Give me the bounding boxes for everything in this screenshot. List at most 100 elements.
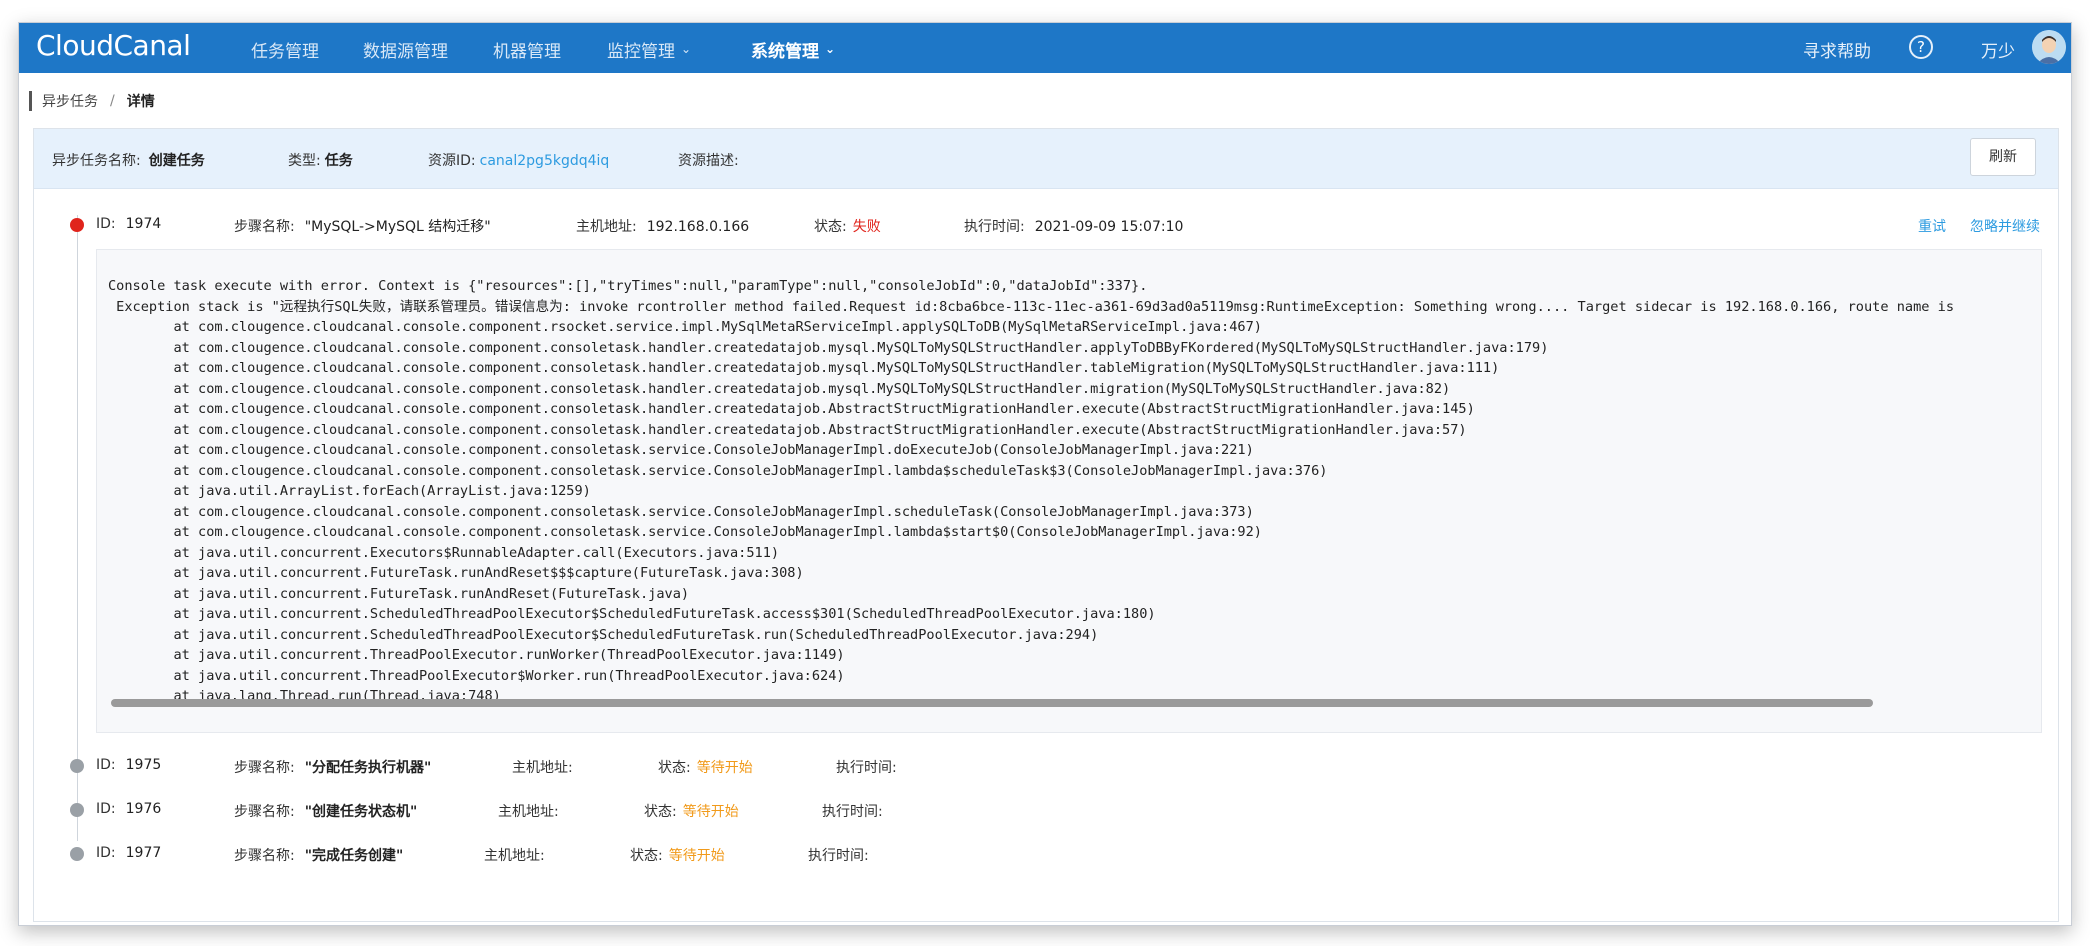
error-log-text: Console task execute with error. Context… bbox=[108, 276, 2038, 707]
step-status-label: 状态: bbox=[630, 848, 663, 864]
step-row: ID: 1974 步骤名称: "MySQL->MySQL 结构迁移" 主机地址: 19… bbox=[34, 213, 2058, 237]
step-exec-time-field: 执行时间: bbox=[836, 757, 907, 777]
resource-id-link[interactable]: canal2pg5kgdq4iq bbox=[480, 153, 610, 169]
nav-machine-management[interactable]: 机器管理 bbox=[493, 37, 561, 62]
step-status-value: 失败 bbox=[852, 219, 881, 235]
step-name-label: 步骤名称: bbox=[234, 219, 295, 235]
step-name-value: "创建任务状态机" bbox=[304, 804, 418, 820]
log-line: at com.clougence.cloudcanal.console.comp… bbox=[108, 319, 1262, 335]
step-status-field: 状态: 等待开始 bbox=[630, 845, 725, 865]
step-status-field: 状态: 等待开始 bbox=[644, 801, 739, 821]
step-exec-time-label: 执行时间: bbox=[836, 760, 897, 776]
step-id-value: 1977 bbox=[125, 845, 162, 861]
task-type-value: 任务 bbox=[324, 153, 353, 169]
step-host-label: 主机地址: bbox=[484, 848, 545, 864]
nav-label: 任务管理 bbox=[251, 42, 319, 62]
status-waiting-dot-icon bbox=[70, 759, 84, 773]
step-id-value: 1975 bbox=[125, 757, 162, 773]
chevron-down-icon: ⌄ bbox=[825, 41, 836, 56]
refresh-button[interactable]: 刷新 bbox=[1970, 138, 2036, 176]
nav-task-management[interactable]: 任务管理 bbox=[251, 37, 319, 62]
step-status-label: 状态: bbox=[814, 219, 847, 235]
log-line: at java.util.concurrent.ScheduledThreadP… bbox=[108, 626, 1099, 643]
step-id-label: ID: bbox=[96, 216, 116, 232]
breadcrumb: 异步任务 / 详情 bbox=[29, 91, 155, 111]
status-waiting-dot-icon bbox=[70, 803, 84, 817]
step-name-field: 步骤名称: "创建任务状态机" bbox=[234, 801, 417, 821]
step-name-field: 步骤名称: "完成任务创建" bbox=[234, 845, 403, 865]
task-name-field: 异步任务名称: 创建任务 bbox=[52, 150, 205, 170]
user-avatar-icon[interactable] bbox=[2032, 30, 2066, 64]
chevron-down-icon: ⌄ bbox=[681, 41, 692, 56]
task-detail-panel: 异步任务名称: 创建任务 类型: 任务 资源ID: canal2pg5kgdq4iq … bbox=[33, 128, 2059, 922]
log-line: at com.clougence.cloudcanal.console.comp… bbox=[108, 380, 1451, 397]
step-row: ID: 1975 步骤名称: "分配任务执行机器" 主机地址: 状态: 等待开始 执行… bbox=[34, 754, 2058, 778]
step-host-field: 主机地址: bbox=[512, 757, 583, 777]
cloudcanal-logo[interactable]: CloudCanal bbox=[36, 29, 191, 62]
step-exec-time-field: 执行时间: bbox=[808, 845, 879, 865]
error-log-box[interactable]: Console task execute with error. Context… bbox=[96, 249, 2042, 733]
nav-label: 系统管理 bbox=[751, 42, 819, 62]
task-info-bar: 异步任务名称: 创建任务 类型: 任务 资源ID: canal2pg5kgdq4iq … bbox=[34, 129, 2058, 189]
nav-datasource-management[interactable]: 数据源管理 bbox=[363, 37, 448, 62]
log-line: at com.clougence.cloudcanal.console.comp… bbox=[108, 442, 1254, 458]
step-id-label: ID: bbox=[96, 845, 116, 861]
step-row: ID: 1977 步骤名称: "完成任务创建" 主机地址: 状态: 等待开始 执行时间… bbox=[34, 842, 2058, 866]
app-window: CloudCanal 任务管理 数据源管理 机器管理 监控管理 ⌄ 系统管理 ⌄… bbox=[18, 22, 2072, 926]
step-name-label: 步骤名称: bbox=[234, 804, 295, 820]
log-line: at java.util.concurrent.ThreadPoolExecut… bbox=[108, 667, 845, 684]
resource-desc-field: 资源描述: bbox=[678, 150, 747, 170]
log-line: at com.clougence.cloudcanal.console.comp… bbox=[108, 503, 1254, 520]
step-name-field: 步骤名称: "分配任务执行机器" bbox=[234, 757, 431, 777]
nav-label: 监控管理 bbox=[607, 42, 675, 62]
step-host-field: 主机地址: 192.168.0.166 bbox=[576, 216, 749, 236]
step-exec-time-label: 执行时间: bbox=[964, 219, 1025, 235]
user-name[interactable]: 万少 bbox=[1981, 37, 2015, 62]
step-id-label: ID: bbox=[96, 757, 116, 773]
log-line: at java.util.concurrent.FutureTask.runAn… bbox=[108, 585, 690, 602]
step-host-value: 192.168.0.166 bbox=[646, 219, 750, 235]
step-id-label: ID: bbox=[96, 801, 116, 817]
breadcrumb-parent[interactable]: 异步任务 bbox=[42, 91, 98, 111]
step-exec-time-value: 2021-09-09 15:07:10 bbox=[1034, 219, 1184, 235]
ignore-continue-link[interactable]: 忽略并继续 bbox=[1970, 216, 2040, 236]
breadcrumb-current: 详情 bbox=[126, 94, 155, 110]
step-host-label: 主机地址: bbox=[498, 804, 559, 820]
status-fail-dot-icon bbox=[70, 218, 84, 232]
log-line: at java.util.concurrent.ThreadPoolExecut… bbox=[108, 647, 845, 663]
task-type-field: 类型: 任务 bbox=[288, 150, 353, 170]
question-circle-icon[interactable]: ? bbox=[1909, 35, 1933, 59]
step-status-value: 等待开始 bbox=[668, 848, 725, 864]
step-id-field: ID: 1977 bbox=[96, 845, 161, 861]
step-id-value: 1974 bbox=[125, 216, 162, 232]
step-name-value: "MySQL->MySQL 结构迁移" bbox=[304, 219, 491, 235]
help-link[interactable]: 寻求帮助 bbox=[1803, 37, 1871, 62]
nav-monitor-management[interactable]: 监控管理 ⌄ bbox=[607, 37, 692, 63]
retry-link[interactable]: 重试 bbox=[1918, 216, 1946, 236]
step-host-field: 主机地址: bbox=[484, 845, 555, 865]
step-row: ID: 1976 步骤名称: "创建任务状态机" 主机地址: 状态: 等待开始 执行时… bbox=[34, 798, 2058, 822]
step-name-value: "分配任务执行机器" bbox=[304, 760, 432, 776]
step-status-field: 状态: 等待开始 bbox=[658, 757, 753, 777]
nav-label: 数据源管理 bbox=[363, 42, 448, 62]
log-line: at com.clougence.cloudcanal.console.comp… bbox=[108, 524, 1262, 540]
step-id-value: 1976 bbox=[125, 801, 162, 817]
nav-system-management[interactable]: 系统管理 ⌄ bbox=[751, 37, 836, 63]
step-host-label: 主机地址: bbox=[576, 219, 637, 235]
log-line: at java.util.concurrent.ScheduledThreadP… bbox=[108, 606, 1156, 622]
step-exec-time-field: 执行时间: 2021-09-09 15:07:10 bbox=[964, 216, 1183, 236]
step-id-field: ID: 1976 bbox=[96, 801, 161, 817]
step-status-label: 状态: bbox=[658, 760, 691, 776]
step-status-value: 等待开始 bbox=[696, 760, 753, 776]
horizontal-scrollbar[interactable] bbox=[111, 699, 1873, 707]
nav-label: 机器管理 bbox=[493, 42, 561, 62]
log-line: Exception stack is "远程执行SQL失败，请联系管理员。错误信… bbox=[108, 298, 1955, 315]
step-status-field: 状态: 失败 bbox=[814, 216, 881, 236]
timeline-line bbox=[77, 215, 78, 841]
task-name-label: 异步任务名称: bbox=[52, 153, 141, 169]
log-line: at com.clougence.cloudcanal.console.comp… bbox=[108, 401, 1475, 417]
log-line: at com.clougence.cloudcanal.console.comp… bbox=[108, 421, 1467, 438]
step-name-value: "完成任务创建" bbox=[304, 848, 404, 864]
task-type-label: 类型: bbox=[288, 153, 321, 169]
step-exec-time-label: 执行时间: bbox=[822, 804, 883, 820]
